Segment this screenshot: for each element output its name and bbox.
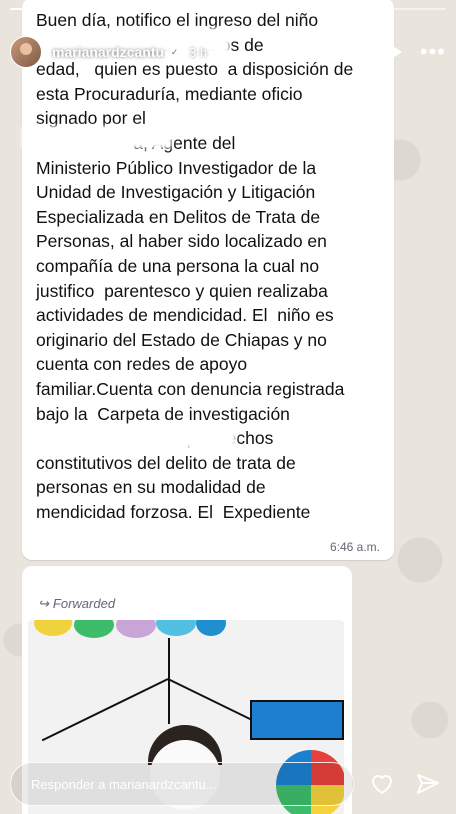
message-line: actividades de mendicidad. El niño es <box>36 305 334 326</box>
message-line: Unidad de Investigación y Litigación <box>36 182 316 203</box>
message-line: familiar.Cuenta con denuncia registrada <box>36 378 345 399</box>
message-line: esta Procuraduría, mediante oficio <box>36 83 303 104</box>
play-icon[interactable] <box>389 44 402 60</box>
forwarded-label: ↪ Forwarded <box>38 596 346 612</box>
chat-message-bubble: Buen día, notifico el ingreso del niño d… <box>22 0 394 560</box>
progress-segment <box>362 8 446 10</box>
message-line: Personas, al haber sido localizado en <box>36 231 327 252</box>
message-line: constitutivos del delito de trata de <box>36 452 296 473</box>
progress-segment <box>274 8 358 10</box>
redaction-blur <box>22 126 172 148</box>
mural-shape <box>156 620 196 636</box>
more-icon[interactable]: ••• <box>420 41 446 63</box>
forwarded-text: Forwarded <box>52 596 116 611</box>
story-footer <box>10 762 446 806</box>
mural-shape <box>250 700 344 740</box>
message-line: originario del Estado de Chiapas y no <box>36 329 327 350</box>
message-line: mendicidad forzosa. El Expediente <box>36 501 311 522</box>
mural-shape <box>74 620 114 638</box>
verified-badge-icon: ✓ <box>168 45 182 59</box>
header-actions: ••• <box>389 41 446 63</box>
mural-line <box>41 678 169 742</box>
message-line: cuenta con redes de apoyo <box>36 354 248 375</box>
username[interactable]: marianardzcantu <box>52 44 164 60</box>
message-line: Especializada en Delitos de Trata de <box>36 206 321 227</box>
redaction-blur <box>36 426 236 448</box>
mural-shape <box>196 620 226 636</box>
story-progress-bar <box>10 8 446 10</box>
reply-field[interactable] <box>10 762 354 806</box>
avatar[interactable] <box>10 36 42 68</box>
progress-segment <box>10 8 94 10</box>
story-time: 3 h <box>189 44 208 60</box>
progress-segment <box>186 8 270 10</box>
message-line: personas en su modalidad de <box>36 477 266 498</box>
redaction-blur <box>172 104 352 134</box>
progress-segment <box>98 8 182 10</box>
mural-shape <box>34 620 72 636</box>
message-line: justifico parentesco y quien realizaba <box>36 280 328 301</box>
reply-input[interactable] <box>31 776 333 792</box>
story-viewer[interactable]: marianardzcantu ✓ 3 h ••• Buen día, noti… <box>0 0 456 814</box>
send-icon[interactable] <box>410 766 446 802</box>
message-time: 6:46 a.m. <box>329 540 380 554</box>
message-line: compañía de una persona la cual no <box>36 255 320 276</box>
forward-icon: ↪ <box>38 596 49 611</box>
heart-icon[interactable] <box>364 766 400 802</box>
message-line: Ministerio Público Investigador de la <box>36 157 317 178</box>
story-header: marianardzcantu ✓ 3 h ••• <box>10 36 446 68</box>
message-line: bajo la Carpeta de investigación <box>36 403 290 424</box>
mural-shape <box>116 620 156 638</box>
